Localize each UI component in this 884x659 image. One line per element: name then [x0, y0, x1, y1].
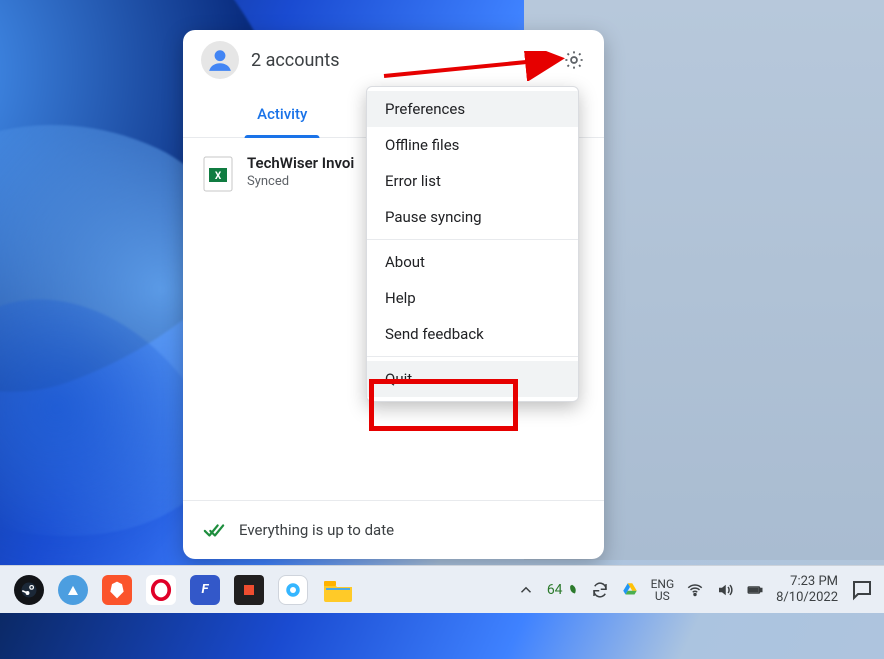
taskbar-brave-icon[interactable] [102, 575, 132, 605]
menu-quit[interactable]: Quit [367, 361, 578, 397]
gear-menu: Preferences Offline files Error list Pau… [366, 86, 579, 402]
tab-activity[interactable]: Activity [183, 90, 382, 137]
menu-preferences[interactable]: Preferences [367, 91, 578, 127]
menu-separator [367, 356, 578, 357]
tray-wifi-icon[interactable] [686, 581, 704, 599]
clock-date: 8/10/2022 [776, 590, 838, 606]
menu-error-list[interactable]: Error list [367, 163, 578, 199]
tray-notifications-icon[interactable] [850, 578, 874, 602]
tray-google-drive-icon[interactable] [621, 581, 639, 599]
file-status: Synced [247, 174, 354, 189]
taskbar-opera-icon[interactable] [146, 575, 176, 605]
sync-status-text: Everything is up to date [239, 521, 394, 539]
menu-pause-syncing[interactable]: Pause syncing [367, 199, 578, 235]
panel-header: 2 accounts [183, 30, 604, 90]
avatar[interactable] [201, 41, 239, 79]
taskbar-steam-icon[interactable] [14, 575, 44, 605]
taskbar-app-icon[interactable] [278, 575, 308, 605]
menu-send-feedback[interactable]: Send feedback [367, 316, 578, 352]
leaf-icon [565, 583, 579, 597]
tray-clock[interactable]: 7:23 PM 8/10/2022 [776, 574, 838, 605]
tray-language[interactable]: ENG US [651, 578, 675, 602]
menu-offline-files[interactable]: Offline files [367, 127, 578, 163]
lang-line-1: ENG [651, 578, 675, 590]
taskbar-app-icon[interactable] [234, 575, 264, 605]
gear-icon[interactable] [560, 46, 588, 74]
taskbar-fdm-icon[interactable]: F [190, 575, 220, 605]
tray-weather[interactable]: 64 [547, 582, 579, 598]
tray-battery-icon[interactable] [746, 581, 764, 599]
taskbar-explorer-icon[interactable] [322, 576, 354, 604]
file-name: TechWiser Invoi [247, 154, 354, 172]
panel-footer: Everything is up to date [183, 500, 604, 559]
lang-line-2: US [651, 590, 675, 602]
menu-help[interactable]: Help [367, 280, 578, 316]
clock-time: 7:23 PM [776, 574, 838, 590]
taskbar-nordvpn-icon[interactable] [58, 575, 88, 605]
menu-about[interactable]: About [367, 244, 578, 280]
tray-volume-icon[interactable] [716, 581, 734, 599]
menu-separator [367, 239, 578, 240]
taskbar: F 64 ENG US [0, 565, 884, 613]
temperature-value: 64 [547, 582, 563, 598]
tray-overflow-chevron-icon[interactable] [517, 581, 535, 599]
spreadsheet-icon: X [203, 156, 233, 192]
tray-sync-icon[interactable] [591, 581, 609, 599]
accounts-label[interactable]: 2 accounts [251, 50, 340, 71]
double-check-icon [203, 519, 225, 541]
svg-text:X: X [215, 171, 222, 182]
